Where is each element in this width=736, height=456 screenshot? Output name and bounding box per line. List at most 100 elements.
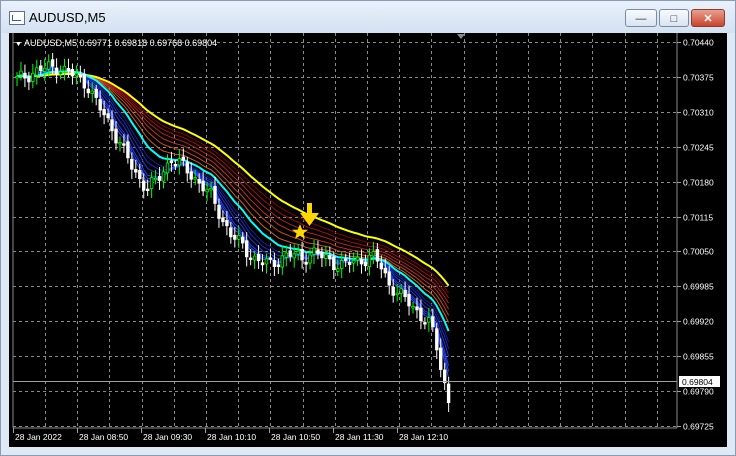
ma-line-red — [16, 71, 450, 323]
candle-bull — [177, 158, 182, 166]
candle-bear — [343, 258, 348, 261]
y-tick-label: 0.70180 — [683, 178, 714, 188]
candle-bear — [300, 249, 304, 261]
x-tick-label: 28 Jan 11:30 — [335, 432, 384, 442]
candle-bull — [15, 76, 19, 79]
ma-ribbon — [16, 66, 450, 379]
candle-bear — [268, 257, 273, 260]
window-title: AUDUSD,M5 — [29, 10, 106, 25]
candle-bull — [149, 177, 154, 189]
chart-window: AUDUSD,M5 — □ ✕ AUDUSD,M5 0.69771 0.6981… — [0, 0, 736, 456]
y-tick-label: 0.69725 — [683, 422, 714, 432]
y-tick-label: 0.70375 — [683, 73, 714, 83]
candle-bear — [446, 383, 451, 404]
time-axis[interactable]: 28 Jan 2022 28 Jan 08:50 28 Jan 09:30 28 Ja… — [13, 428, 449, 442]
candle-bull — [336, 268, 340, 272]
y-tick-label: 0.70115 — [683, 213, 713, 223]
down-arrow-icon[interactable] — [300, 203, 319, 226]
maximize-button[interactable]: □ — [659, 9, 689, 27]
y-tick-label: 0.69920 — [683, 317, 714, 327]
candle-bear — [173, 163, 178, 167]
ma-line-red — [16, 71, 450, 316]
candle-bear — [438, 347, 443, 370]
candle-bull — [308, 254, 312, 264]
y-tick-label: 0.70245 — [683, 143, 714, 153]
candle-bear — [181, 156, 185, 161]
chart-app-icon — [9, 11, 25, 25]
candle-bull — [264, 258, 269, 265]
candle-bear — [363, 261, 368, 267]
candle-bear — [78, 74, 83, 77]
candle-bear — [70, 69, 75, 77]
candle-bear — [213, 185, 217, 204]
ma-line-blue — [16, 66, 450, 379]
candle-bear — [130, 158, 134, 170]
candle-bear — [240, 236, 245, 244]
close-icon: ✕ — [703, 13, 713, 25]
maximize-icon: □ — [670, 13, 678, 25]
candle-bull — [161, 171, 166, 182]
candle-bear — [328, 255, 332, 260]
minimize-icon: — — [635, 13, 647, 25]
y-tick-label: 0.69985 — [683, 282, 714, 292]
candle-bear — [225, 220, 229, 227]
chart-area[interactable]: AUDUSD,M5 0.69771 0.69818 0.69768 0.6980… — [9, 33, 727, 447]
candle-bear — [82, 73, 86, 89]
candle-bear — [27, 76, 31, 83]
dropdown-triangle-icon[interactable] — [16, 42, 21, 46]
candle-bear — [201, 180, 205, 192]
candle-bull — [43, 67, 47, 72]
candle-bull — [165, 162, 170, 174]
price-chart[interactable]: AUDUSD,M5 0.69771 0.69818 0.69768 0.6980… — [9, 33, 727, 447]
candle-bear — [221, 217, 225, 223]
candle-bear — [423, 322, 427, 325]
candle-bear — [50, 59, 55, 67]
candle-bull — [47, 61, 51, 70]
candle-bear — [383, 267, 387, 274]
candle-bull — [252, 255, 257, 261]
candle-bear — [244, 240, 249, 258]
candle-bear — [98, 99, 102, 111]
candle-bear — [217, 204, 221, 219]
candle-bear — [185, 161, 189, 174]
shift-marker-icon[interactable] — [457, 34, 465, 39]
y-tick-label: 0.70440 — [683, 38, 714, 48]
candle-bear — [347, 261, 352, 265]
ma-line-yellow — [16, 72, 450, 287]
candle-bull — [31, 72, 35, 82]
candle-bear — [138, 169, 142, 180]
x-tick-label: 28 Jan 12:10 — [399, 432, 448, 442]
close-button[interactable]: ✕ — [691, 9, 725, 27]
candle-bull — [193, 177, 197, 180]
candle-bear — [387, 271, 391, 286]
title-bar[interactable]: AUDUSD,M5 — □ ✕ — [1, 1, 735, 33]
candle-bear — [442, 369, 447, 384]
candle-bear — [431, 316, 435, 328]
candle-bear — [102, 108, 106, 116]
candle-bear — [276, 264, 281, 268]
candle-bull — [35, 67, 39, 76]
x-tick-label: 28 Jan 10:50 — [271, 432, 320, 442]
candle-bear — [379, 262, 383, 270]
candle-bear — [189, 171, 193, 180]
candle-bear — [197, 178, 201, 184]
minimize-button[interactable]: — — [625, 9, 657, 27]
candle-bear — [134, 168, 138, 173]
candle-bear — [23, 72, 27, 79]
candle-bull — [209, 187, 213, 191]
price-axis[interactable]: 0.70440 0.70375 0.70310 0.70245 0.70180 0.701… — [677, 38, 714, 432]
y-tick-label: 0.70050 — [683, 247, 714, 257]
candle-bull — [351, 259, 356, 264]
ma-line-blue — [16, 69, 450, 349]
candle-bull — [62, 65, 67, 72]
candle-bull — [237, 235, 241, 240]
candle-bull — [90, 90, 94, 94]
x-tick-label: 28 Jan 2022 — [15, 432, 62, 442]
candle-bear — [332, 256, 336, 271]
candle-bear — [114, 128, 118, 144]
candle-bear — [435, 328, 439, 351]
candle-bull — [399, 288, 403, 294]
candle-bull — [284, 252, 288, 258]
candle-bear — [86, 88, 90, 94]
candle-bull — [292, 253, 296, 259]
